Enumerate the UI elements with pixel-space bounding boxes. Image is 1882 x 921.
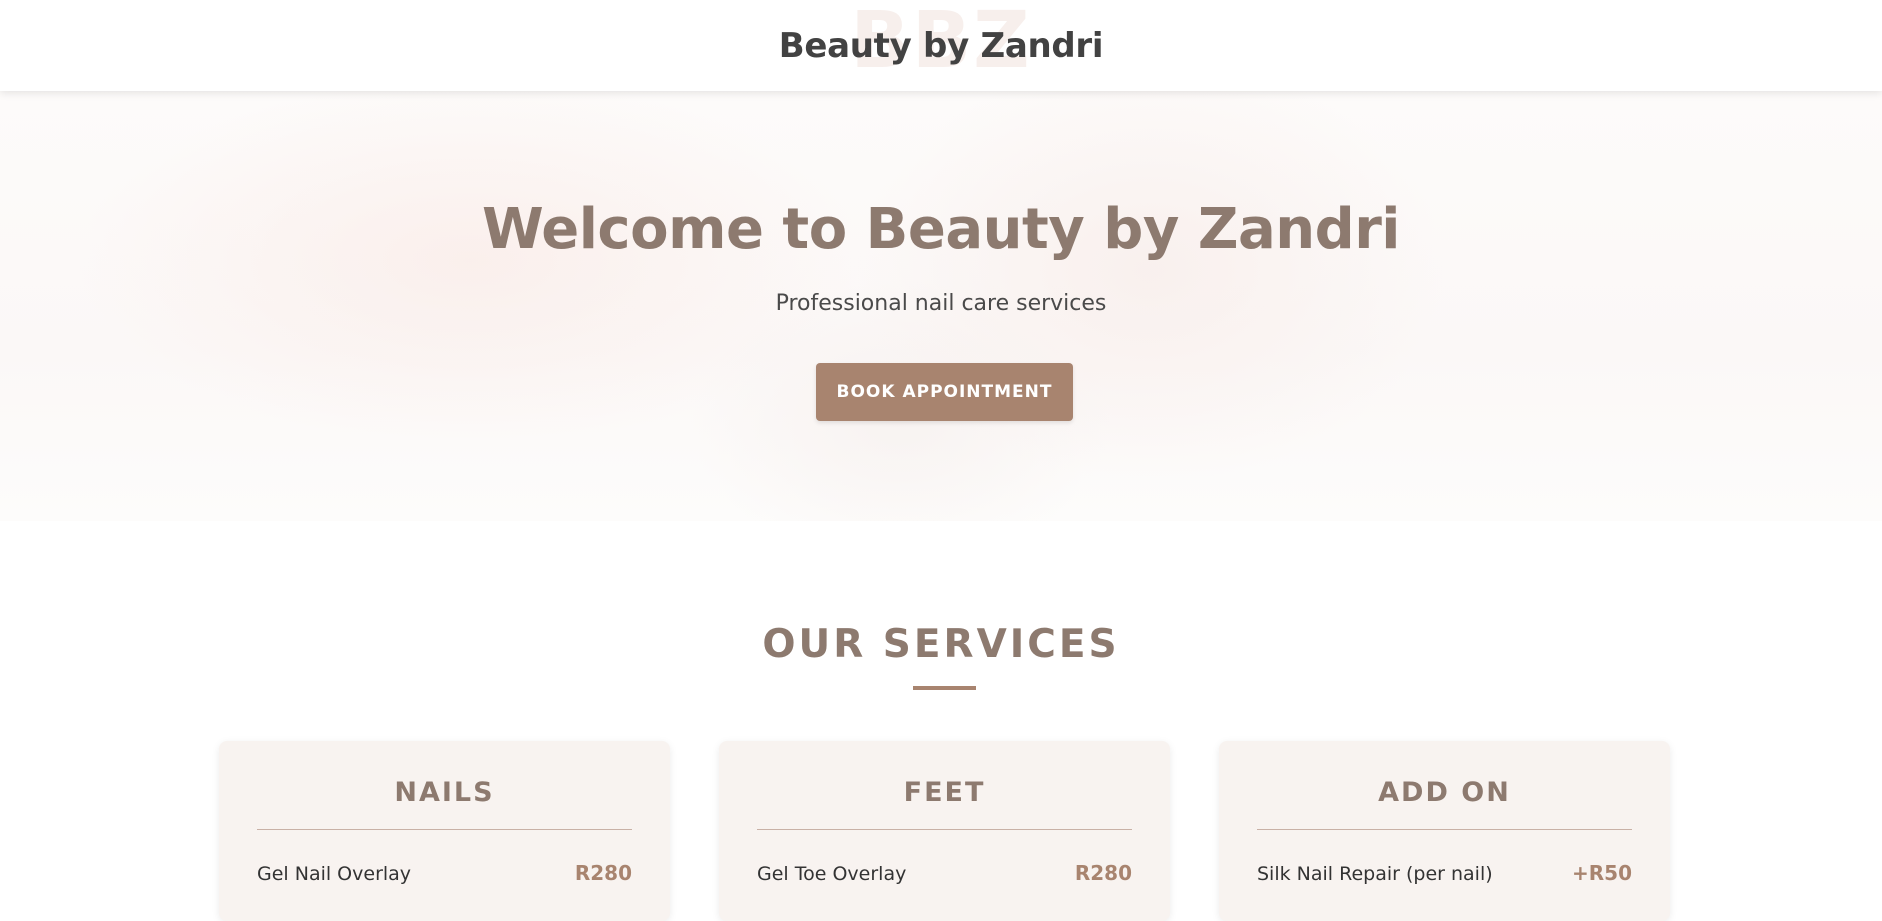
hero-title: Welcome to Beauty by Zandri <box>481 197 1401 262</box>
card-divider <box>257 829 632 830</box>
service-price: R280 <box>1074 861 1132 885</box>
card-heading: NAILS <box>394 777 495 808</box>
service-name: Gel Toe Overlay <box>757 863 907 885</box>
services-title-underline <box>913 686 976 690</box>
service-price: R280 <box>574 861 632 885</box>
card-divider <box>757 829 1132 830</box>
card-divider <box>1257 829 1632 830</box>
card-heading: ADD ON <box>1378 777 1511 808</box>
hero-section: Welcome to Beauty by Zandri Professional… <box>0 91 1882 521</box>
site-header: BBZ Beauty by Zandri <box>0 0 1882 91</box>
service-price: +R50 <box>1572 861 1632 885</box>
service-name: Gel Nail Overlay <box>257 863 412 885</box>
book-appointment-button[interactable]: BOOK APPOINTMENT <box>816 363 1073 421</box>
brand-title[interactable]: Beauty by Zandri <box>779 26 1104 66</box>
services-title: OUR SERVICES <box>762 622 1120 667</box>
service-row: Gel Nail Overlay R280 <box>257 861 632 885</box>
card-heading: FEET <box>903 777 986 808</box>
service-row: Gel Toe Overlay R280 <box>757 861 1132 885</box>
service-name: Silk Nail Repair (per nail) <box>1257 863 1493 885</box>
service-card-add-on: ADD ON Silk Nail Repair (per nail) +R50 <box>1219 741 1670 921</box>
service-row: Silk Nail Repair (per nail) +R50 <box>1257 861 1632 885</box>
service-card-nails: NAILS Gel Nail Overlay R280 <box>219 741 670 921</box>
service-card-feet: FEET Gel Toe Overlay R280 <box>719 741 1170 921</box>
hero-subtitle: Professional nail care services <box>775 291 1107 316</box>
